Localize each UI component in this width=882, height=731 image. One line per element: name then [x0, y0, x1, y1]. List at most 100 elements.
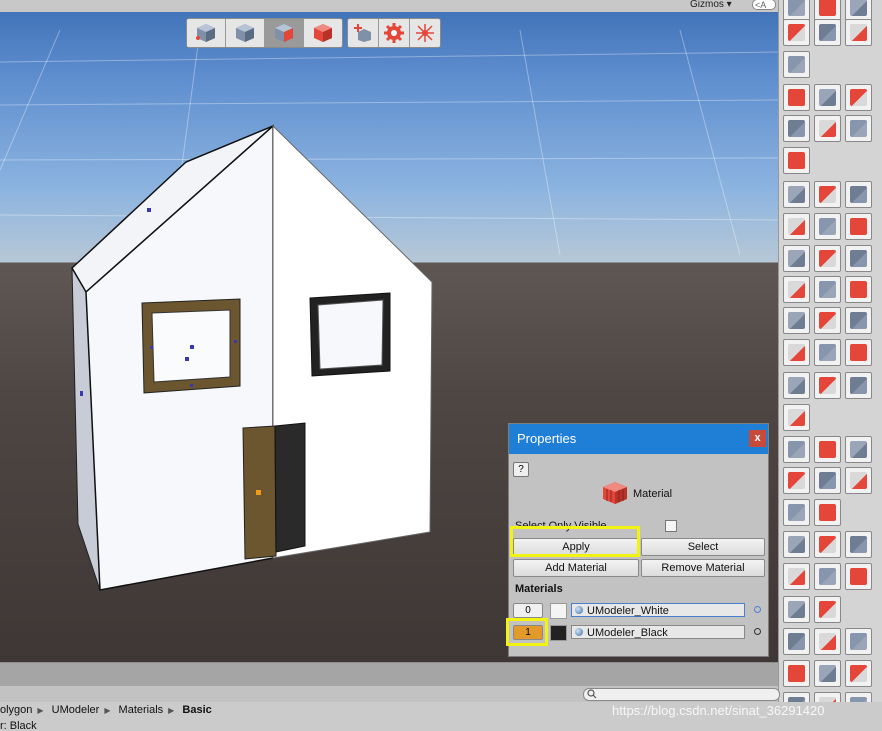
modeling-tool-button[interactable]: [783, 19, 810, 46]
select-only-visible-checkbox[interactable]: [665, 520, 677, 532]
modeling-tool-button[interactable]: [814, 19, 841, 46]
modeling-tool-button[interactable]: [814, 84, 841, 111]
modeling-tool-button[interactable]: [783, 596, 810, 623]
breadcrumb-item[interactable]: olygon: [0, 704, 32, 716]
tool-icon: [850, 186, 867, 203]
close-button[interactable]: x: [749, 430, 766, 447]
modeling-tool-button[interactable]: [845, 372, 872, 399]
modeling-tool-button[interactable]: [783, 628, 810, 655]
tool-icon: [819, 186, 836, 203]
modeling-tool-button[interactable]: [783, 660, 810, 687]
modeling-tool-button[interactable]: [783, 51, 810, 78]
project-search-input[interactable]: [583, 688, 780, 701]
material-field-1[interactable]: UModeler_Black: [571, 625, 745, 639]
modeling-tool-button[interactable]: [845, 213, 872, 240]
tool-icon: [850, 377, 867, 394]
modeling-tool-button[interactable]: [783, 213, 810, 240]
modeling-tool-button[interactable]: [814, 499, 841, 526]
modeling-tool-button[interactable]: [783, 563, 810, 590]
face-cube-icon: [314, 24, 332, 42]
modeling-tool-button[interactable]: [814, 245, 841, 272]
modeling-tool-button[interactable]: [845, 115, 872, 142]
modeling-tool-button[interactable]: [814, 276, 841, 303]
modeling-tool-button[interactable]: [783, 147, 810, 174]
modeling-tool-button[interactable]: [783, 276, 810, 303]
breadcrumb-item[interactable]: Materials: [119, 704, 164, 716]
modeling-tool-button[interactable]: [845, 181, 872, 208]
gizmos-dropdown[interactable]: Gizmos ▾: [690, 0, 732, 10]
modeling-tool-button[interactable]: [845, 628, 872, 655]
modeling-tool-button[interactable]: [845, 563, 872, 590]
modeling-tool-button[interactable]: [845, 245, 872, 272]
breadcrumb-item[interactable]: UModeler: [52, 704, 100, 716]
select-button[interactable]: Select: [641, 538, 765, 556]
modeling-tool-button[interactable]: [783, 115, 810, 142]
help-button[interactable]: ?: [513, 462, 529, 477]
modeling-tool-button[interactable]: [783, 307, 810, 334]
modeling-tool-button[interactable]: [814, 372, 841, 399]
modeling-tool-button[interactable]: [845, 0, 872, 21]
tool-icon: [850, 344, 867, 361]
scene-search-input[interactable]: <A: [752, 0, 776, 10]
remove-material-button[interactable]: Remove Material: [641, 559, 765, 577]
umodeler-tool-palette: [778, 0, 882, 731]
modeling-tool-button[interactable]: [814, 181, 841, 208]
selected-asset-label: r: Black: [0, 719, 882, 731]
modeling-tool-button[interactable]: [783, 404, 810, 431]
properties-panel: Properties x ? Material Select Only Visi…: [508, 423, 769, 657]
modeling-tool-button[interactable]: [783, 531, 810, 558]
modeling-tool-button[interactable]: [814, 531, 841, 558]
modeling-tool-button[interactable]: [845, 339, 872, 366]
tool-icon: [788, 504, 805, 521]
modeling-tool-button[interactable]: [845, 19, 872, 46]
modeling-tool-button[interactable]: [814, 436, 841, 463]
material-index-1-button[interactable]: 1: [513, 625, 543, 640]
project-toolbar: [0, 662, 778, 687]
modeling-tool-button[interactable]: [814, 0, 841, 21]
vertex-mode-button[interactable]: [226, 19, 265, 47]
material-index-0-button[interactable]: 0: [513, 603, 543, 618]
modeling-tool-button[interactable]: [845, 660, 872, 687]
edge-mode-button[interactable]: [265, 19, 304, 47]
tool-icon: [788, 89, 805, 106]
modeling-tool-button[interactable]: [845, 276, 872, 303]
modeling-tool-button[interactable]: [845, 467, 872, 494]
modeling-tool-button[interactable]: [814, 467, 841, 494]
modeling-tool-button[interactable]: [783, 467, 810, 494]
modeling-tool-button[interactable]: [814, 213, 841, 240]
modeling-tool-button[interactable]: [783, 84, 810, 111]
face-mode-button[interactable]: [304, 19, 342, 47]
pivot-tool-button[interactable]: [410, 19, 440, 47]
modeling-tool-button[interactable]: [783, 181, 810, 208]
add-vertex-button[interactable]: [348, 19, 379, 47]
material-field-0[interactable]: UModeler_White: [571, 603, 745, 617]
modeling-tool-button[interactable]: [783, 372, 810, 399]
modeling-tool-button[interactable]: [845, 531, 872, 558]
breadcrumb-current[interactable]: Basic: [182, 704, 211, 716]
modeling-tool-button[interactable]: [814, 660, 841, 687]
tool-icon: [850, 281, 867, 298]
modeling-tool-button[interactable]: [814, 563, 841, 590]
add-material-button[interactable]: Add Material: [513, 559, 639, 577]
modeling-tool-button[interactable]: [814, 339, 841, 366]
modeling-tool-button[interactable]: [814, 628, 841, 655]
material-icon: [603, 482, 627, 504]
apply-button[interactable]: Apply: [513, 538, 639, 556]
modeling-tool-button[interactable]: [783, 436, 810, 463]
object-mode-button[interactable]: [187, 19, 226, 47]
modeling-tool-button[interactable]: [845, 436, 872, 463]
modeling-tool-button[interactable]: [814, 115, 841, 142]
modeling-tool-button[interactable]: [783, 339, 810, 366]
selection-mode-group: [186, 18, 343, 48]
search-icon: [587, 689, 597, 699]
modeling-tool-button[interactable]: [783, 0, 810, 21]
modeling-tool-button[interactable]: [814, 307, 841, 334]
object-picker-icon[interactable]: [754, 606, 761, 613]
modeling-tool-button[interactable]: [845, 307, 872, 334]
modeling-tool-button[interactable]: [783, 499, 810, 526]
modeling-tool-button[interactable]: [845, 84, 872, 111]
modeling-tool-button[interactable]: [783, 245, 810, 272]
object-picker-icon[interactable]: [754, 628, 761, 635]
settings-button[interactable]: [379, 19, 410, 47]
modeling-tool-button[interactable]: [814, 596, 841, 623]
